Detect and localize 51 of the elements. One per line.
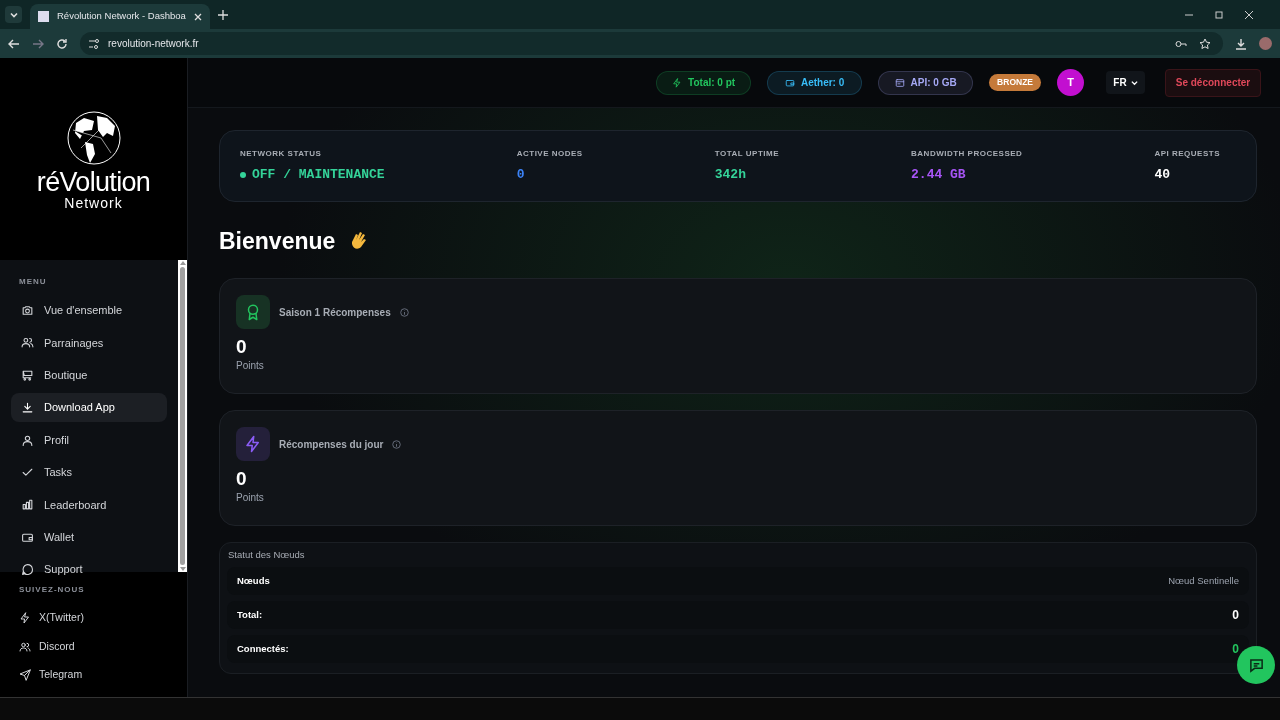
- rank-badge: BRONZE: [989, 74, 1041, 91]
- social-link[interactable]: Discord: [19, 632, 168, 661]
- section-heading: SUIVEZ-NOUS: [19, 584, 86, 596]
- row-value: Nœud Sentinelle: [1168, 574, 1239, 589]
- stat-pill: Aether: 0: [767, 70, 863, 95]
- logout-button[interactable]: Se déconnecter: [1165, 68, 1261, 97]
- url-text: revolution-network.fr: [108, 37, 199, 51]
- stat-label: TOTAL UPTIME: [714, 147, 779, 160]
- social-link[interactable]: X(Twitter): [19, 604, 168, 633]
- points-label: Points: [236, 359, 265, 373]
- menu-item[interactable]: Download App: [11, 393, 167, 423]
- stat-value: 2.44 GB: [911, 165, 966, 184]
- panel-title: Statut des Nœuds: [227, 548, 306, 562]
- card-title: Saison 1 Récompenses: [279, 305, 391, 320]
- menu-item[interactable]: Wallet: [11, 522, 167, 552]
- user-avatar[interactable]: T: [1057, 69, 1084, 96]
- language-select[interactable]: FR: [1106, 71, 1145, 94]
- menu-item[interactable]: Tasks: [11, 457, 167, 487]
- section-heading: MENU: [18, 276, 48, 288]
- stat-label: BANDWIDTH PROCESSED: [911, 147, 1023, 160]
- browser-tab[interactable]: Révolution Network - Dashboa: [30, 4, 210, 29]
- stat-label: NETWORK STATUS: [240, 147, 323, 160]
- points-label: Points: [236, 491, 265, 505]
- stat-pill: Total: 0 pt: [656, 70, 752, 95]
- row-label: Connectés:: [237, 642, 289, 657]
- stat-value: 40: [1154, 165, 1170, 184]
- stat-label: ACTIVE NODES: [516, 147, 583, 160]
- stat-value: 0: [516, 165, 525, 184]
- row-label: Total:: [237, 608, 263, 623]
- points-value: 0: [236, 468, 248, 490]
- stat-label: API REQUESTS: [1154, 147, 1220, 160]
- menu-item[interactable]: Vue d'ensemble: [11, 296, 167, 325]
- welcome-heading: Bienvenue: [219, 226, 336, 256]
- row-value: 0: [1232, 607, 1239, 625]
- stat-value: 342h: [714, 165, 746, 184]
- row-label: Nœuds: [237, 574, 270, 589]
- stat-pill: API: 0 GB: [878, 70, 974, 95]
- menu-item[interactable]: Parrainages: [11, 328, 167, 358]
- logo-subtitle: Network: [64, 196, 123, 210]
- stat-value: OFF / MAINTENANCE: [252, 165, 385, 184]
- menu-item[interactable]: Support: [11, 555, 167, 585]
- menu-item[interactable]: Leaderboard: [11, 490, 167, 520]
- points-value: 0: [236, 336, 248, 358]
- menu-item[interactable]: Profil: [11, 425, 167, 455]
- address-bar[interactable]: revolution-network.fr: [80, 32, 1223, 55]
- menu-item[interactable]: Boutique: [11, 360, 167, 390]
- social-link[interactable]: Telegram: [19, 661, 168, 690]
- card-title: Récompenses du jour: [279, 437, 384, 452]
- tab-title: Révolution Network - Dashboa: [57, 9, 186, 24]
- row-value: 0: [1232, 641, 1239, 659]
- logo-wordmark: réVolution: [36, 168, 151, 196]
